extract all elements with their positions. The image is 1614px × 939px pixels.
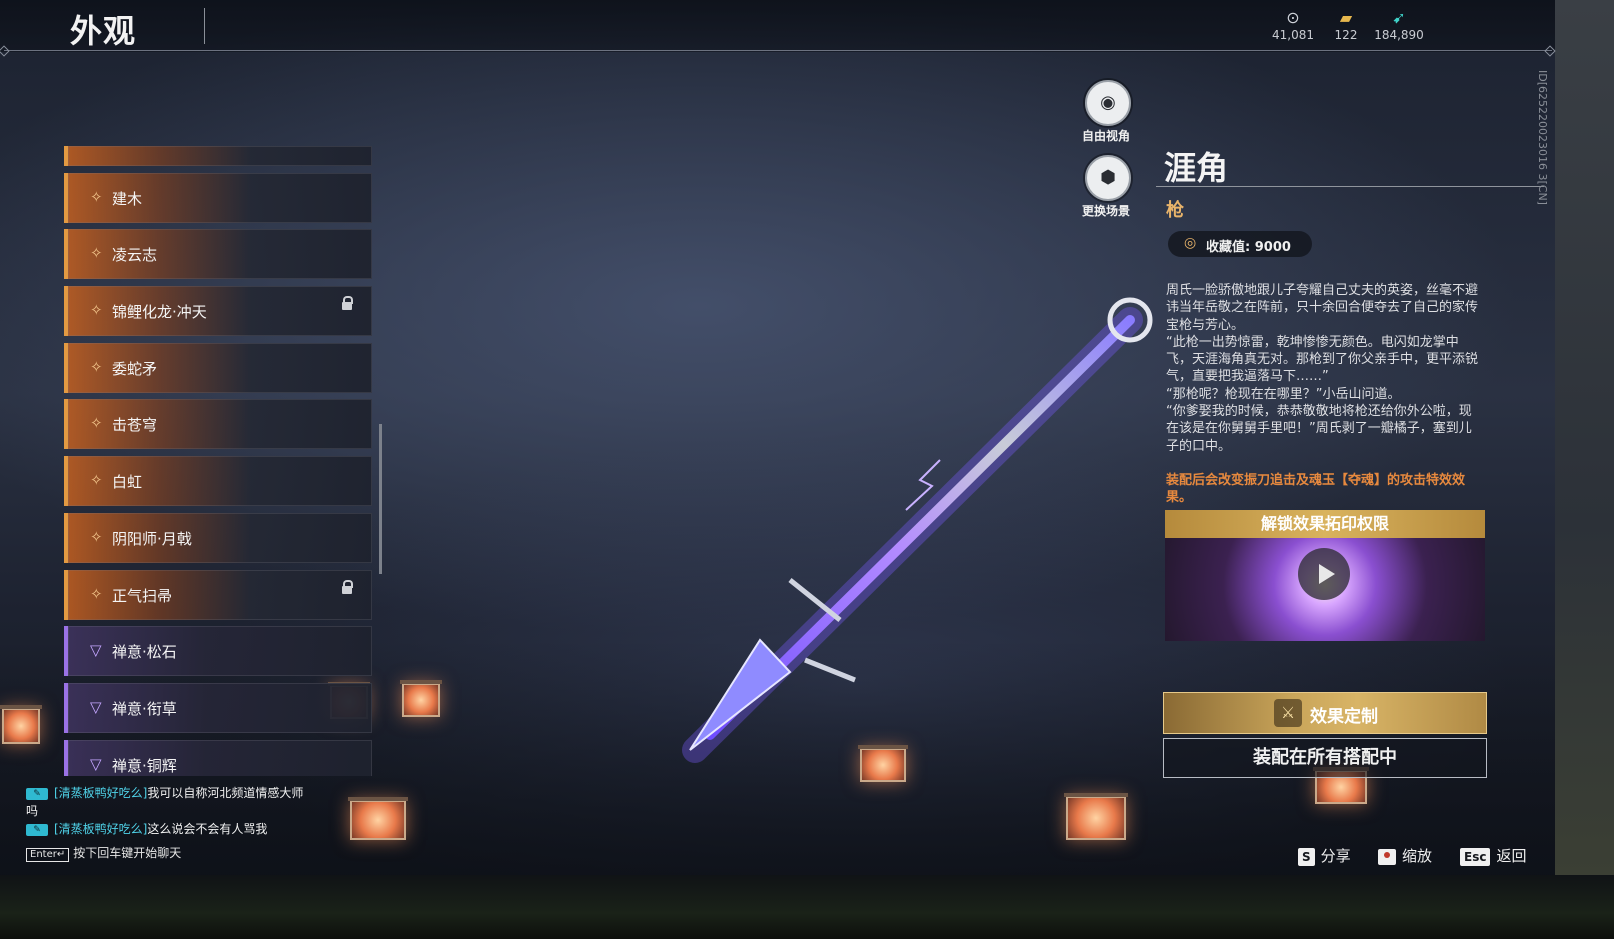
cube-icon: ⬢: [1100, 167, 1116, 188]
rarity-icon: ▽: [90, 754, 102, 773]
key-s: S: [1298, 847, 1315, 866]
chat-sender[interactable]: [清蒸板鸭好吃么]: [54, 786, 147, 800]
unlock-effect-panel[interactable]: 解锁效果拓印权限: [1165, 510, 1485, 641]
chat-hint-text: 按下回车键开始聊天: [73, 846, 182, 860]
window-edge: [1555, 0, 1614, 875]
id-text: ID[625220023016 3[CN]: [1536, 70, 1549, 205]
rarity-icon: ✧: [90, 357, 103, 376]
free-view-button[interactable]: ◉: [1085, 80, 1131, 126]
list-item-partial[interactable]: [64, 146, 372, 166]
list-item[interactable]: ✧ 委蛇矛: [64, 342, 372, 393]
chat-message: ✎ [清蒸板鸭好吃么]我可以自称河北频道情感大师吗: [26, 784, 306, 820]
chat-sender[interactable]: [清蒸板鸭好吃么]: [54, 822, 147, 836]
weapon-type: 枪: [1166, 200, 1184, 221]
rarity-icon: ✧: [90, 187, 103, 206]
chat-message: ✎ [清蒸板鸭好吃么]这么说会不会有人骂我: [26, 820, 306, 838]
skin-name: 禅意·衔草: [112, 699, 177, 718]
unlock-effect-header: 解锁效果拓印权限: [1165, 510, 1485, 538]
skin-name: 委蛇矛: [112, 359, 158, 378]
rarity-icon: ✧: [90, 414, 103, 433]
equip-all-button[interactable]: 装配在所有搭配中: [1163, 738, 1487, 778]
chat-box[interactable]: ✎ [清蒸板鸭好吃么]我可以自称河北频道情感大师吗 ✎ [清蒸板鸭好吃么]这么说会不…: [26, 784, 306, 862]
channel-badge-icon: ✎: [26, 823, 48, 836]
list-item[interactable]: ✧ 锦鲤化龙·冲天: [64, 286, 372, 337]
enter-key-icon: Enter↵: [26, 848, 70, 862]
rarity-icon: ✧: [90, 244, 103, 263]
skin-list[interactable]: ✧ 建木 ✧ 凌云志 ✧ 锦鲤化龙·冲天 ✧ 委蛇矛 ✧ 击苍穹 ✧ 白虹 ✧ …: [64, 146, 372, 776]
name-divider: [1156, 186, 1544, 187]
channel-badge-icon: ✎: [26, 787, 48, 800]
change-scene-label: 更换场景: [1081, 204, 1130, 218]
free-view-label: 自由视角: [1081, 129, 1130, 143]
list-item[interactable]: ▽ 禅意·衔草: [64, 682, 372, 733]
skin-name: 建木: [112, 189, 143, 208]
share-hotkey[interactable]: S 分享: [1298, 845, 1351, 866]
window-bottom-edge: [0, 875, 1614, 939]
skin-name: 禅意·松石: [112, 643, 177, 662]
list-item[interactable]: ✧ 凌云志: [64, 229, 372, 280]
skin-name: 凌云志: [112, 246, 158, 265]
list-item[interactable]: ✧ 正气扫帚: [64, 569, 372, 620]
weapon-description: 周氏一脸骄傲地跟儿子夸耀自己丈夫的英姿，丝毫不避讳当年岳敬之在阵前，只十余回合便…: [1166, 283, 1479, 454]
list-item[interactable]: ✧ 白虹: [64, 456, 372, 507]
effect-note: 装配后会改变振刀追击及魂玉【夺魂】的攻击特效效果。: [1166, 473, 1466, 505]
key-esc: Esc: [1460, 847, 1491, 866]
lantern: [348, 797, 408, 840]
rarity-icon: ✧: [90, 301, 103, 320]
skin-name: 击苍穹: [112, 416, 158, 435]
list-item[interactable]: ▽ 禅意·铜辉: [64, 739, 372, 776]
feather-token-icon: ➹: [1392, 8, 1406, 27]
lantern: [0, 705, 42, 744]
zoom-label: 缩放: [1402, 847, 1433, 865]
lantern: [400, 680, 442, 717]
currency-value: 184,890: [1374, 28, 1424, 42]
change-scene-button[interactable]: ⬢: [1085, 155, 1131, 201]
header-divider: [4, 50, 1552, 51]
back-label: 返回: [1496, 847, 1527, 865]
chat-hint[interactable]: Enter↵ 按下回车键开始聊天: [26, 844, 306, 862]
skin-name: 白虹: [112, 473, 143, 492]
camera-icon: ◉: [1100, 92, 1116, 113]
list-item[interactable]: ✧ 击苍穹: [64, 399, 372, 450]
chat-text: 这么说会不会有人骂我: [147, 822, 268, 836]
weapon-name: 涯角: [1164, 149, 1229, 187]
effect-custom-label: 效果定制: [1310, 707, 1378, 727]
currency-feather: ➹ 184,890: [1367, 8, 1431, 42]
collection-badge: ◎ 收藏值: 9000: [1168, 231, 1312, 257]
share-label: 分享: [1320, 847, 1351, 865]
effect-preview-video[interactable]: [1165, 538, 1485, 641]
skin-name: 锦鲤化龙·冲天: [112, 303, 207, 322]
rarity-icon: ▽: [90, 697, 102, 716]
top-bar: 外观 ⊙ 41,081 ▰ 122 ➹ 184,890: [0, 0, 1555, 52]
back-hotkey[interactable]: Esc 返回: [1460, 845, 1526, 866]
spear-icon: ⚔: [1274, 699, 1302, 727]
zoom-key-icon: [1378, 848, 1396, 865]
zoom-hotkey[interactable]: 缩放: [1378, 845, 1432, 866]
rarity-icon: ✧: [90, 471, 103, 490]
play-icon[interactable]: [1298, 548, 1350, 600]
spear-tip: [689, 638, 792, 751]
list-scrollbar[interactable]: [379, 424, 382, 574]
list-item[interactable]: ▽ 禅意·松石: [64, 626, 372, 677]
rarity-icon: ▽: [90, 641, 102, 660]
spear-model: [682, 297, 1153, 763]
list-item[interactable]: ✧ 建木: [64, 172, 372, 223]
collection-value: 收藏值: 9000: [1206, 240, 1291, 255]
effect-custom-button[interactable]: ⚔ 效果定制: [1163, 692, 1487, 734]
rarity-icon: ✧: [90, 527, 103, 546]
skin-name: 正气扫帚: [112, 586, 173, 605]
lock-icon: [342, 296, 353, 311]
rarity-icon: ✧: [90, 584, 103, 603]
lantern: [1064, 793, 1128, 840]
skin-name: 阴阳师·月戟: [112, 529, 192, 548]
lock-icon: [342, 579, 353, 594]
collection-icon: ◎: [1184, 235, 1197, 251]
page-title: 外观: [70, 12, 137, 50]
list-item[interactable]: ✧ 阴阳师·月戟: [64, 512, 372, 563]
title-separator: [204, 8, 205, 44]
skin-name: 禅意·铜辉: [112, 756, 177, 775]
